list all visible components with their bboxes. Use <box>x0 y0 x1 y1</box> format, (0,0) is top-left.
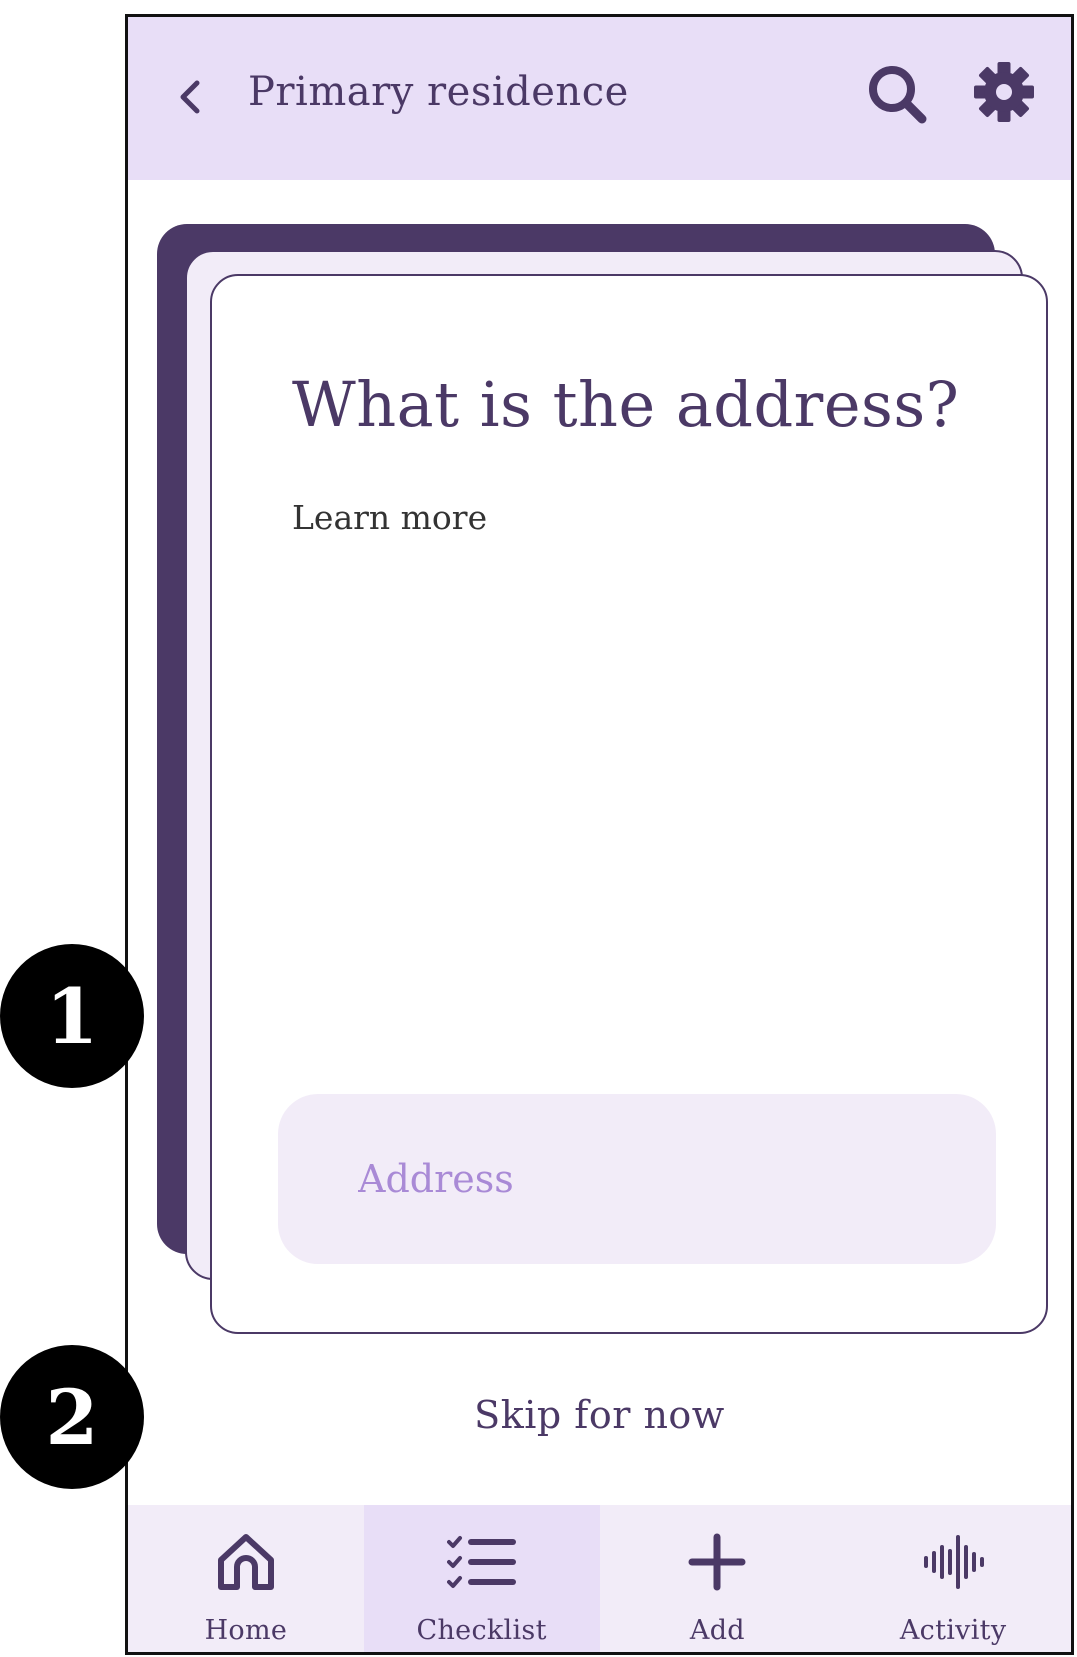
address-input[interactable] <box>278 1094 996 1264</box>
phone-screen: Primary residence What is the address? L… <box>125 14 1074 1655</box>
question-card: What is the address? Learn more <box>210 274 1048 1334</box>
nav-item-checklist[interactable]: Checklist <box>363 1505 600 1652</box>
bottom-navigation: Home Checklist Add Activity <box>128 1505 1071 1652</box>
chevron-left-icon <box>180 80 200 114</box>
nav-label-checklist: Checklist <box>416 1615 547 1646</box>
nav-item-activity[interactable]: Activity <box>835 1505 1071 1652</box>
learn-more-link[interactable]: Learn more <box>292 498 487 537</box>
nav-label-activity: Activity <box>899 1615 1007 1646</box>
annotation-marker-2: 2 <box>0 1345 144 1489</box>
search-icon <box>869 66 927 124</box>
back-button[interactable] <box>170 72 210 122</box>
skip-for-now-button[interactable]: Skip for now <box>128 1393 1071 1437</box>
nav-label-add: Add <box>689 1615 745 1646</box>
gear-icon <box>974 62 1034 122</box>
annotation-marker-1: 1 <box>0 944 144 1088</box>
plus-icon <box>688 1533 746 1591</box>
search-button[interactable] <box>866 63 930 127</box>
top-app-bar: Primary residence <box>128 17 1071 180</box>
nav-item-home[interactable]: Home <box>128 1505 364 1652</box>
nav-item-add[interactable]: Add <box>600 1505 836 1652</box>
home-icon <box>217 1534 274 1590</box>
checklist-icon <box>446 1536 516 1588</box>
question-heading: What is the address? <box>292 368 960 441</box>
audio-wave-icon <box>924 1535 985 1589</box>
page-title: Primary residence <box>248 69 629 115</box>
settings-button[interactable] <box>971 59 1037 125</box>
nav-label-home: Home <box>204 1615 288 1646</box>
